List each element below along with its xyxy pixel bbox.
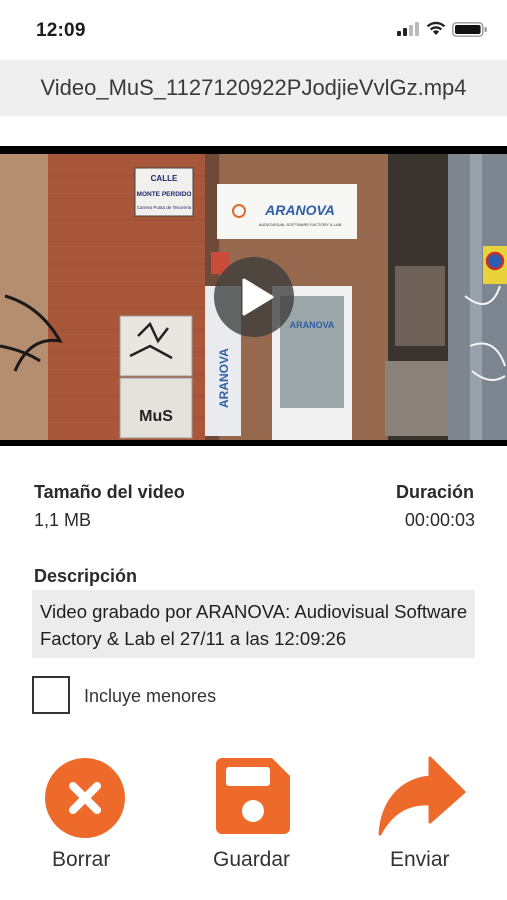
cellular-signal-icon	[397, 22, 419, 36]
company-sign-name: ARANOVA	[264, 202, 335, 218]
minors-checkbox-label: Incluye menores	[84, 686, 217, 706]
video-size-value: 1,1 MB	[34, 510, 92, 530]
street-sign-line1: CALLE	[151, 174, 178, 183]
status-time: 12:09	[36, 20, 86, 41]
send-button[interactable]: Enviar	[340, 756, 507, 886]
street-sign-line2: MONTE PERDIDO	[137, 191, 192, 198]
graffiti-text: MuS	[139, 408, 173, 425]
door-text: ARANOVA	[290, 320, 335, 330]
video-file-name: Video_MuS_1127120922PJodjieVvlGz.mp4	[40, 75, 467, 100]
minors-checkbox[interactable]	[32, 676, 70, 714]
delete-label: Borrar	[52, 848, 111, 871]
delete-x-icon	[45, 758, 125, 838]
duration-label: Duración	[395, 482, 474, 502]
share-arrow-icon	[378, 756, 466, 836]
save-button[interactable]: Guardar	[170, 756, 340, 886]
battery-icon	[452, 22, 487, 37]
company-sign-tagline: AUDIOVISUAL SOFTWARE FACTORY & LAB	[259, 222, 342, 227]
vertical-banner-text: ARANOVA	[217, 348, 231, 408]
status-bar: 12:09	[0, 0, 507, 60]
file-name-bar: Video_MuS_1127120922PJodjieVvlGz.mp4	[0, 60, 507, 116]
duration-value: 00:00:03	[404, 510, 475, 530]
play-icon	[242, 278, 274, 316]
street-sign-line3: Carrera Punta de Tesorería	[137, 205, 192, 210]
delete-button[interactable]: Borrar	[0, 756, 170, 886]
play-button[interactable]	[214, 257, 294, 337]
floppy-save-icon	[216, 758, 290, 834]
send-label: Enviar	[390, 848, 450, 871]
video-size-label: Tamaño del video	[34, 482, 185, 502]
save-label: Guardar	[213, 848, 291, 871]
description-text: Video grabado por ARANOVA: Audiovisual S…	[40, 601, 468, 649]
description-field[interactable]: Video grabado por ARANOVA: Audiovisual S…	[32, 590, 475, 658]
wifi-icon	[426, 21, 446, 35]
description-label: Descripción	[34, 566, 138, 586]
